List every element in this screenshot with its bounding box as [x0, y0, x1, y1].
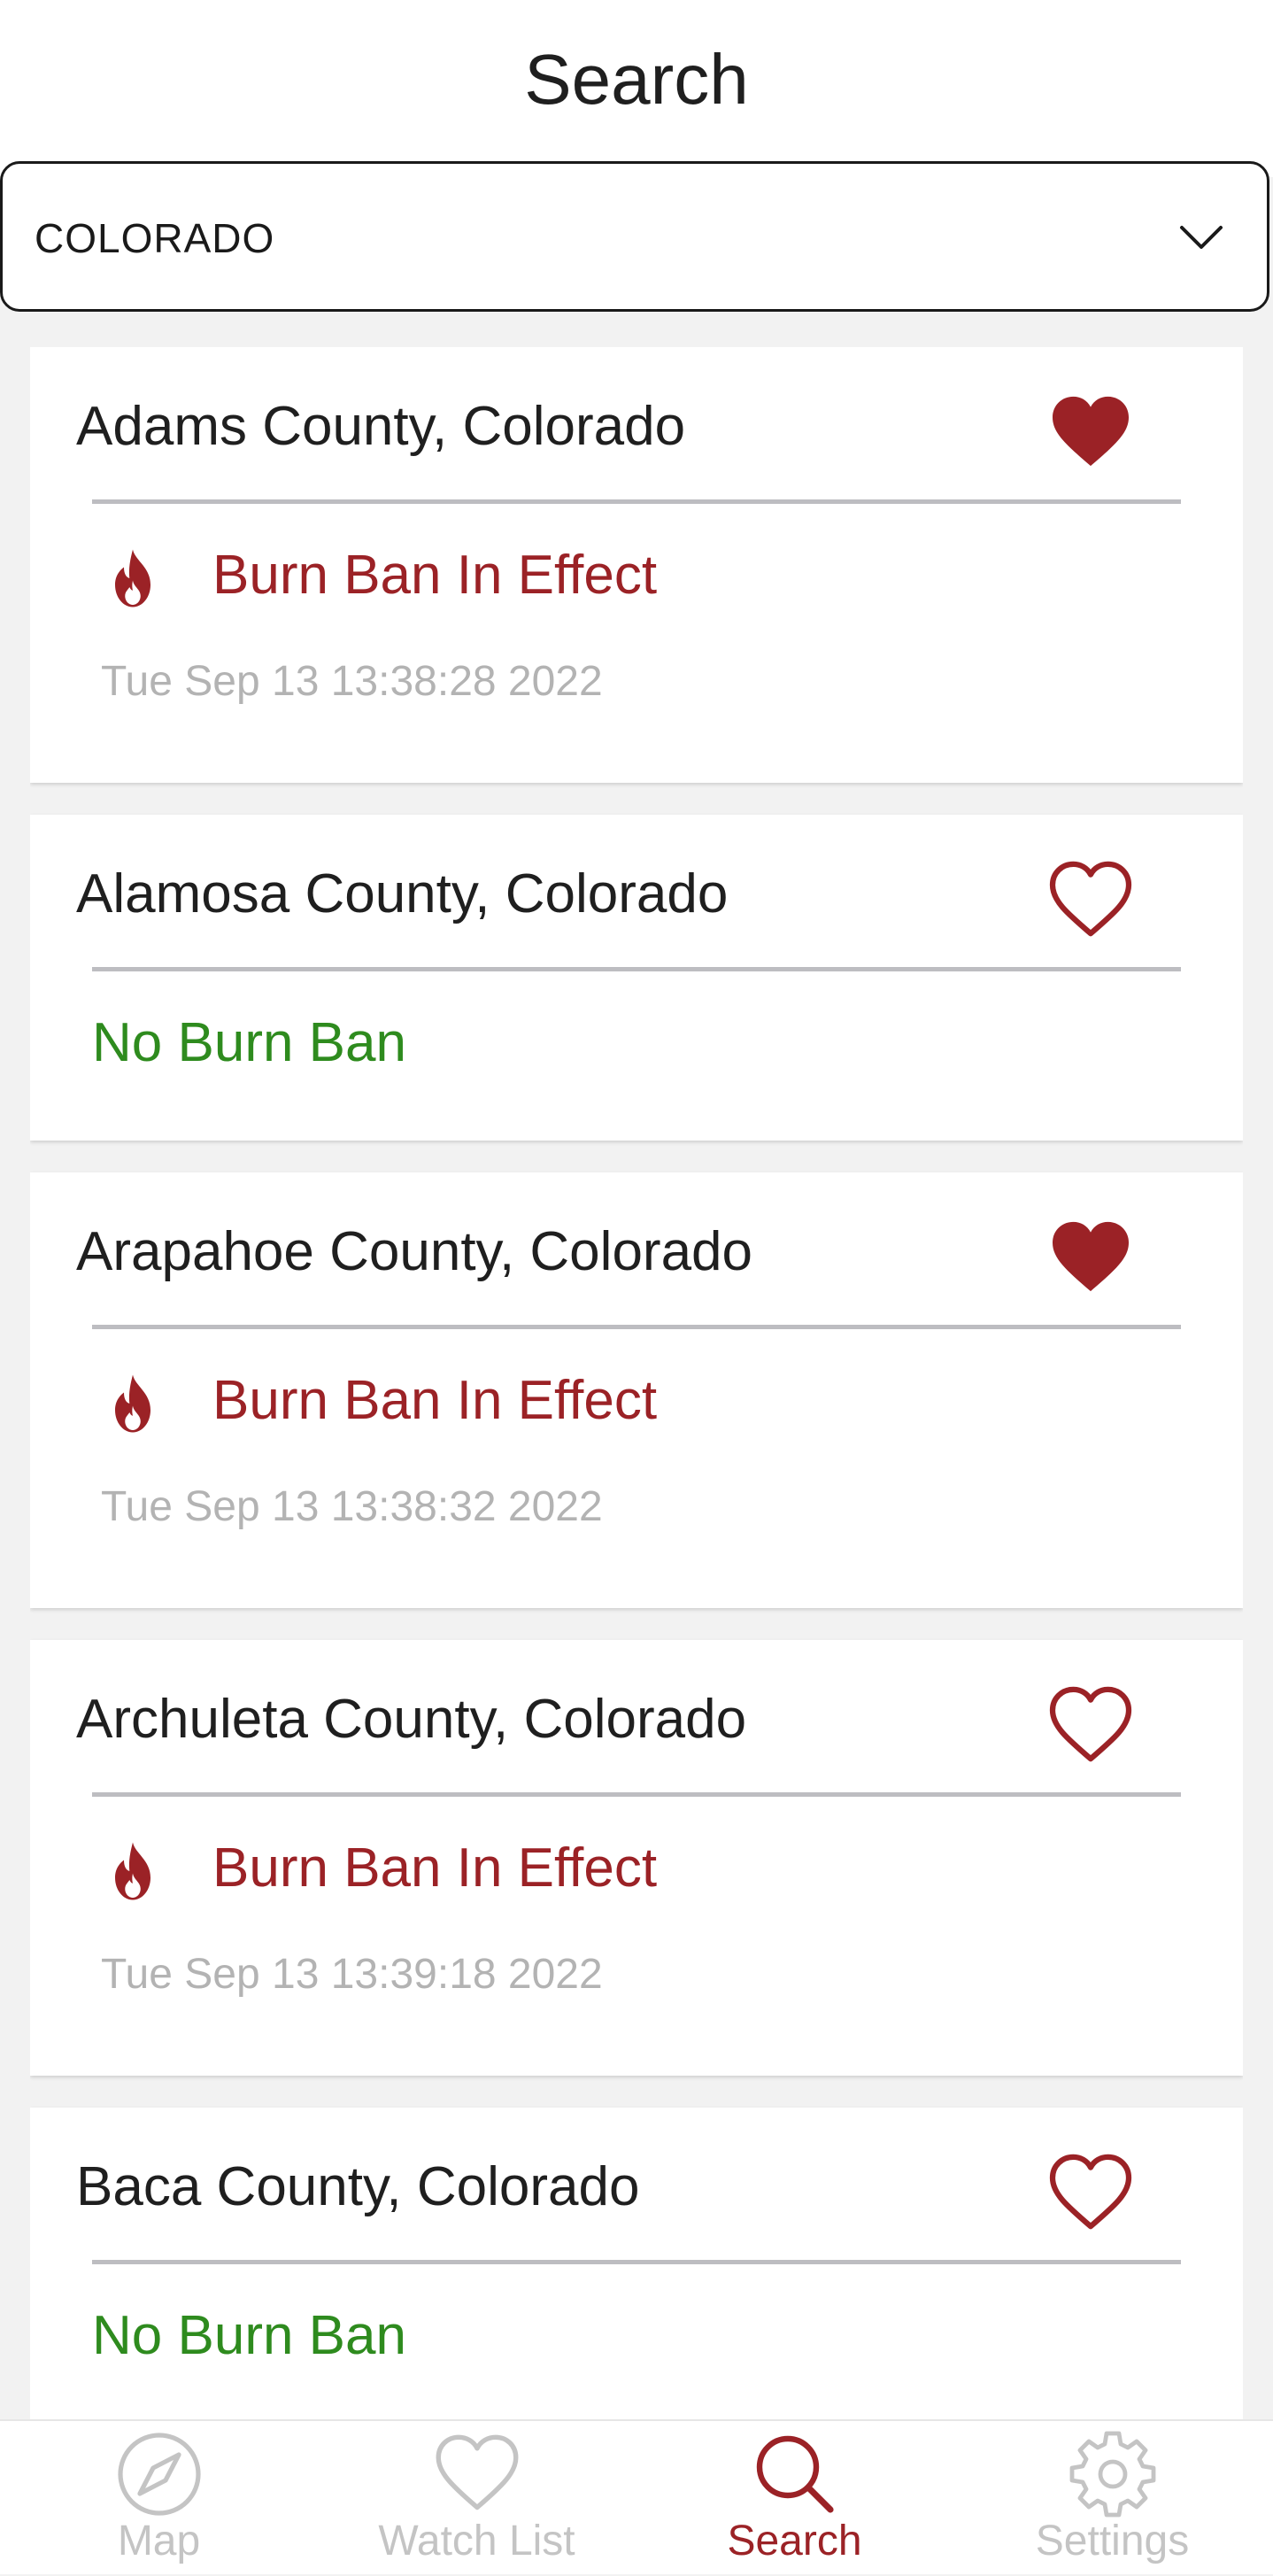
county-card[interactable]: Arapahoe County, Colorado Burn Ban In Ef… — [30, 1172, 1243, 1608]
state-select[interactable]: COLORADO — [0, 161, 1269, 312]
divider — [92, 499, 1181, 504]
page-title: Search — [524, 40, 749, 119]
tab-label: Watch List — [378, 2518, 575, 2564]
tab-label: Search — [727, 2518, 862, 2564]
tab-settings[interactable]: Settings — [953, 2421, 1271, 2576]
updated-timestamp: Tue Sep 13 13:38:32 2022 — [101, 1483, 603, 1530]
no-burn-ban-status: No Burn Ban — [92, 1012, 406, 1073]
burn-ban-status: Burn Ban In Effect — [212, 1837, 658, 1899]
favorite-heart-icon[interactable] — [1048, 1218, 1133, 1295]
favorite-heart-outline-icon[interactable] — [1048, 861, 1133, 937]
tab-watch-list[interactable]: Watch List — [318, 2421, 636, 2576]
favorite-heart-icon[interactable] — [1048, 393, 1133, 469]
flame-icon — [115, 549, 150, 607]
divider — [92, 1792, 1181, 1797]
county-name: Alamosa County, Colorado — [76, 863, 729, 924]
county-card[interactable]: Alamosa County, Colorado No Burn Ban — [30, 815, 1243, 1141]
tab-search[interactable]: Search — [636, 2421, 953, 2576]
search-icon — [756, 2435, 834, 2513]
flame-icon — [115, 1374, 150, 1433]
divider — [92, 1325, 1181, 1329]
county-name: Arapahoe County, Colorado — [76, 1221, 753, 1282]
county-name: Baca County, Colorado — [76, 2156, 640, 2217]
burn-ban-status: Burn Ban In Effect — [212, 1370, 658, 1431]
chevron-down-icon — [1180, 226, 1223, 249]
gear-icon — [1069, 2431, 1156, 2518]
favorite-heart-outline-icon[interactable] — [1048, 2154, 1133, 2230]
county-card[interactable]: Adams County, Colorado Burn Ban In Effec… — [30, 347, 1243, 783]
no-burn-ban-status: No Burn Ban — [92, 2305, 406, 2366]
tab-label: Settings — [1035, 2518, 1190, 2564]
county-name: Adams County, Colorado — [76, 396, 686, 457]
header: Search — [0, 0, 1273, 177]
county-card[interactable]: Baca County, Colorado No Burn Ban — [30, 2108, 1243, 2419]
county-list[interactable]: Adams County, Colorado Burn Ban In Effec… — [30, 347, 1243, 2419]
burn-ban-status: Burn Ban In Effect — [212, 545, 658, 606]
tab-map[interactable]: Map — [0, 2421, 318, 2576]
tab-label: Map — [117, 2518, 201, 2564]
divider — [92, 2260, 1181, 2264]
county-card[interactable]: Archuleta County, Colorado Burn Ban In E… — [30, 1640, 1243, 2076]
county-name: Archuleta County, Colorado — [76, 1689, 747, 1750]
favorite-heart-outline-icon[interactable] — [1048, 1686, 1133, 1762]
state-select-value: COLORADO — [35, 215, 275, 261]
divider — [92, 967, 1181, 971]
updated-timestamp: Tue Sep 13 13:38:28 2022 — [101, 658, 603, 705]
updated-timestamp: Tue Sep 13 13:39:18 2022 — [101, 1951, 603, 1998]
compass-icon — [118, 2433, 201, 2516]
bottom-tab-bar: Map Watch List Search Settings — [0, 2419, 1273, 2574]
flame-icon — [115, 1842, 150, 1900]
heart-icon — [436, 2434, 519, 2510]
